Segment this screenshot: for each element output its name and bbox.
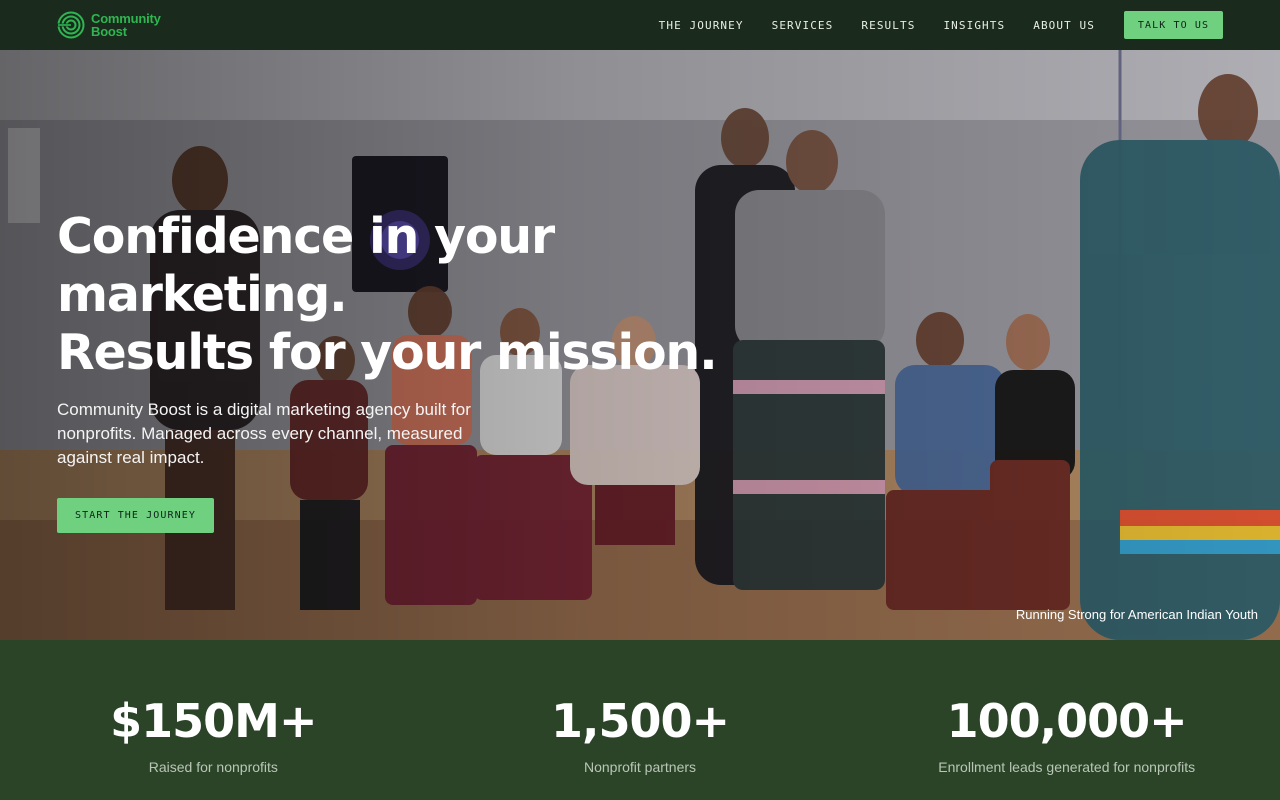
stat-value: 1,500+ xyxy=(550,694,730,748)
nav-links: THE JOURNEY SERVICES RESULTS INSIGHTS AB… xyxy=(659,19,1095,32)
stat-label: Raised for nonprofits xyxy=(148,759,278,775)
stat-raised: $150M+ Raised for nonprofits xyxy=(0,640,427,800)
hero-content: Confidence in your marketing. Results fo… xyxy=(57,208,817,533)
stat-label: Enrollment leads generated for nonprofit… xyxy=(938,759,1196,775)
talk-to-us-button[interactable]: TALK TO US xyxy=(1124,11,1223,39)
stat-value: $150M+ xyxy=(110,694,317,748)
stat-value: 100,000+ xyxy=(946,694,1188,748)
nav-link-insights[interactable]: INSIGHTS xyxy=(943,19,1005,32)
hero-title-line2: Results for your mission. xyxy=(57,324,718,381)
brand-name: Community Boost xyxy=(91,12,161,38)
stat-partners: 1,500+ Nonprofit partners xyxy=(427,640,854,800)
top-navigation: Community Boost THE JOURNEY SERVICES RES… xyxy=(0,0,1280,50)
brand-logo[interactable]: Community Boost xyxy=(57,11,161,39)
brand-name-line2: Boost xyxy=(91,24,127,39)
nav-link-services[interactable]: SERVICES xyxy=(772,19,834,32)
nav-link-the-journey[interactable]: THE JOURNEY xyxy=(659,19,744,32)
stat-label: Nonprofit partners xyxy=(583,759,697,775)
hero-title: Confidence in your marketing. Results fo… xyxy=(57,208,817,382)
photo-caption: Running Strong for American Indian Youth xyxy=(1015,607,1258,622)
nav-link-results[interactable]: RESULTS xyxy=(861,19,915,32)
hero-title-line1: Confidence in your marketing. xyxy=(57,208,555,323)
hero-section: Confidence in your marketing. Results fo… xyxy=(0,50,1280,640)
stats-section: $150M+ Raised for nonprofits 1,500+ Nonp… xyxy=(0,640,1280,800)
hero-subtitle: Community Boost is a digital marketing a… xyxy=(57,400,471,467)
nav-link-about-us[interactable]: ABOUT US xyxy=(1033,19,1095,32)
concentric-circles-icon xyxy=(57,11,85,39)
start-the-journey-button[interactable]: START THE JOURNEY xyxy=(57,498,214,533)
stat-leads: 100,000+ Enrollment leads generated for … xyxy=(853,640,1280,800)
